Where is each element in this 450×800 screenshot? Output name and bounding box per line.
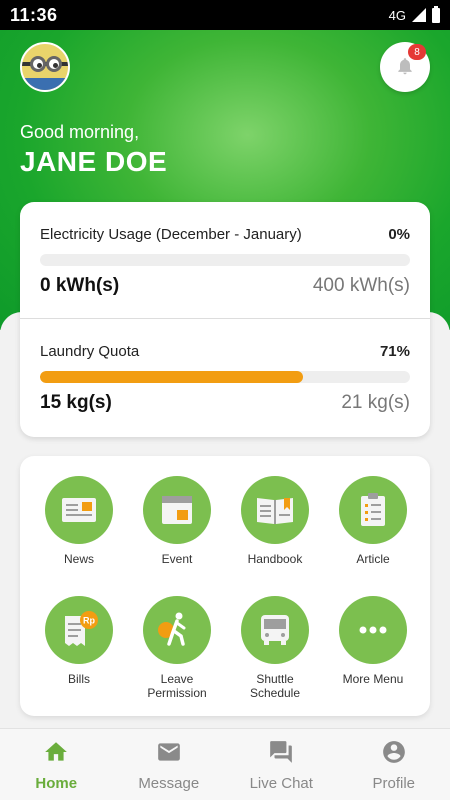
nav-label: Message	[138, 775, 200, 792]
menu-grid: News Event Handbook Article Rp Bills Lea…	[20, 456, 430, 716]
calendar-icon	[162, 496, 192, 524]
usage-progress-fill	[40, 371, 303, 383]
usage-title: Laundry Quota	[40, 343, 140, 360]
bus-icon	[261, 615, 289, 645]
menu-item-news[interactable]: News	[29, 476, 129, 566]
book-icon	[257, 498, 293, 524]
menu-item-article[interactable]: Article	[323, 476, 423, 566]
nav-message[interactable]: Message	[113, 729, 226, 800]
usage-limit-value: 21 kg(s)	[341, 392, 410, 413]
usage-progress-track	[40, 254, 410, 266]
signal-icon	[412, 8, 426, 22]
nav-profile[interactable]: Profile	[338, 729, 450, 800]
bill-icon: Rp	[65, 611, 98, 646]
avatar[interactable]	[20, 42, 70, 92]
nav-live-chat[interactable]: Live Chat	[225, 729, 338, 800]
home-icon	[45, 742, 68, 761]
usage-percent: 0%	[388, 226, 410, 243]
menu-label: News	[63, 552, 94, 566]
status-indicators: 4G	[388, 5, 440, 23]
menu-label: Leave Permission	[147, 672, 207, 700]
menu-item-bills[interactable]: Rp Bills	[29, 596, 129, 686]
status-time: 11:36	[10, 4, 58, 25]
notification-button[interactable]: 8	[380, 42, 430, 92]
more-icon	[359, 626, 387, 634]
usage-title: Electricity Usage (December - January)	[40, 226, 302, 243]
mail-icon	[157, 743, 180, 761]
bottom-navigation: Home Message Live Chat Profile	[0, 728, 450, 800]
menu-label: Article	[356, 552, 390, 566]
menu-item-leave-permission[interactable]: Leave Permission	[127, 596, 227, 700]
clipboard-icon	[361, 493, 385, 526]
user-name: JANE DOE	[20, 146, 168, 177]
usage-card: Electricity Usage (December - January) 0…	[20, 202, 430, 437]
menu-label: Shuttle Schedule	[249, 672, 301, 700]
menu-item-handbook[interactable]: Handbook	[225, 476, 325, 566]
battery-icon	[432, 5, 440, 23]
menu-item-more[interactable]: More Menu	[323, 596, 423, 686]
greeting-text: Good morning,	[20, 122, 140, 142]
nav-label: Live Chat	[249, 775, 313, 792]
status-bar: 11:36 4G	[0, 0, 450, 30]
usage-percent: 71%	[379, 343, 410, 360]
menu-label: Event	[161, 552, 193, 566]
profile-icon	[382, 741, 405, 763]
usage-used-value: 15 kg(s)	[40, 392, 112, 413]
walking-person-icon	[158, 612, 186, 646]
usage-limit-value: 400 kWh(s)	[312, 275, 410, 296]
electricity-usage-row[interactable]: Electricity Usage (December - January) 0…	[20, 202, 430, 319]
nav-label: Profile	[372, 775, 416, 792]
menu-item-event[interactable]: Event	[127, 476, 227, 566]
menu-label: Bills	[67, 672, 90, 686]
notification-badge: 8	[408, 44, 426, 60]
nav-home[interactable]: Home	[0, 729, 113, 800]
menu-label: Handbook	[247, 552, 303, 566]
network-type: 4G	[388, 7, 406, 23]
usage-progress-track	[40, 371, 410, 383]
menu-item-shuttle-schedule[interactable]: Shuttle Schedule	[225, 596, 325, 700]
news-icon	[62, 498, 96, 522]
chat-icon	[270, 741, 293, 763]
laundry-quota-row[interactable]: Laundry Quota 71% 15 kg(s) 21 kg(s)	[20, 319, 430, 436]
nav-label: Home	[35, 775, 78, 792]
menu-label: More Menu	[342, 672, 404, 686]
usage-used-value: 0 kWh(s)	[40, 275, 120, 296]
svg-text:Rp: Rp	[83, 616, 95, 626]
